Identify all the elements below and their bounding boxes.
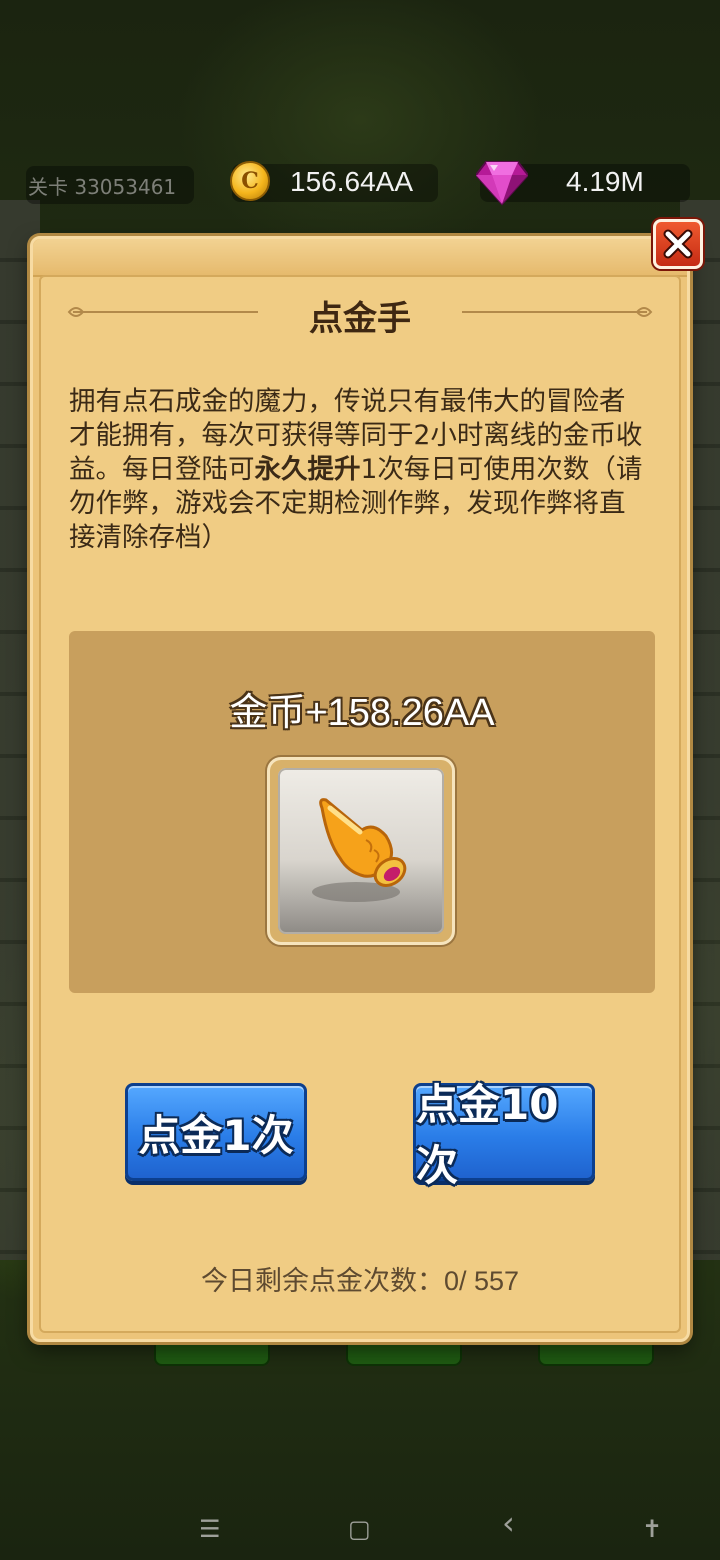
level-text: 关卡 33053461 — [28, 174, 177, 199]
bg-view-button-1 — [154, 1338, 270, 1366]
remaining-uses: 今日剩余点金次数：0/ 557 — [33, 1259, 687, 1298]
midas-hand-icon — [312, 798, 407, 902]
gold-coin-icon: C — [230, 161, 270, 201]
pink-gem-icon — [476, 161, 528, 206]
back-icon[interactable]: ‹ — [502, 1507, 515, 1539]
midas-once-button[interactable]: 点金1次 — [125, 1083, 307, 1181]
midas-ten-button[interactable]: 点金10次 — [413, 1080, 595, 1190]
remaining-value: 0/ 557 — [443, 1266, 520, 1296]
dialog-description: 拥有点石成金的魔力，传说只有最伟大的冒险者才能拥有，每次可获得等同于2小时离线的… — [69, 386, 643, 553]
reward-amount: 金币+158.26AA — [229, 692, 495, 734]
dialog-title: 点金手 — [309, 299, 411, 339]
midas-hand-slot — [267, 757, 455, 945]
midas-ten-label: 点金10次 — [416, 1080, 559, 1190]
system-nav-bar: ☰ ▢ ‹ ✝ — [0, 1500, 720, 1560]
remaining-label: 今日剩余点金次数： — [200, 1266, 444, 1297]
accessibility-icon[interactable]: ✝ — [642, 1514, 662, 1544]
midas-once-label: 点金1次 — [138, 1110, 294, 1160]
dialog-header-band — [33, 239, 687, 277]
coin-value: 156.64AA — [290, 166, 413, 197]
midas-touch-dialog: 点金手 拥有点石成金的魔力，传说只有最伟大的冒险者才能拥有，每次可获得等同于2小… — [30, 219, 703, 1342]
home-icon[interactable]: ▢ — [348, 1514, 371, 1544]
bg-view-button-2 — [346, 1338, 462, 1366]
gem-counter: 4.19M — [476, 161, 690, 206]
level-indicator: 关卡 33053461 — [26, 166, 194, 204]
close-button[interactable] — [653, 219, 703, 269]
menu-icon[interactable]: ☰ — [199, 1514, 221, 1544]
coin-counter: C 156.64AA — [230, 161, 438, 202]
bg-view-button-3 — [538, 1338, 654, 1366]
reward-panel: 金币+158.26AA — [69, 631, 655, 993]
gem-value: 4.19M — [566, 166, 644, 197]
close-icon — [663, 229, 693, 259]
